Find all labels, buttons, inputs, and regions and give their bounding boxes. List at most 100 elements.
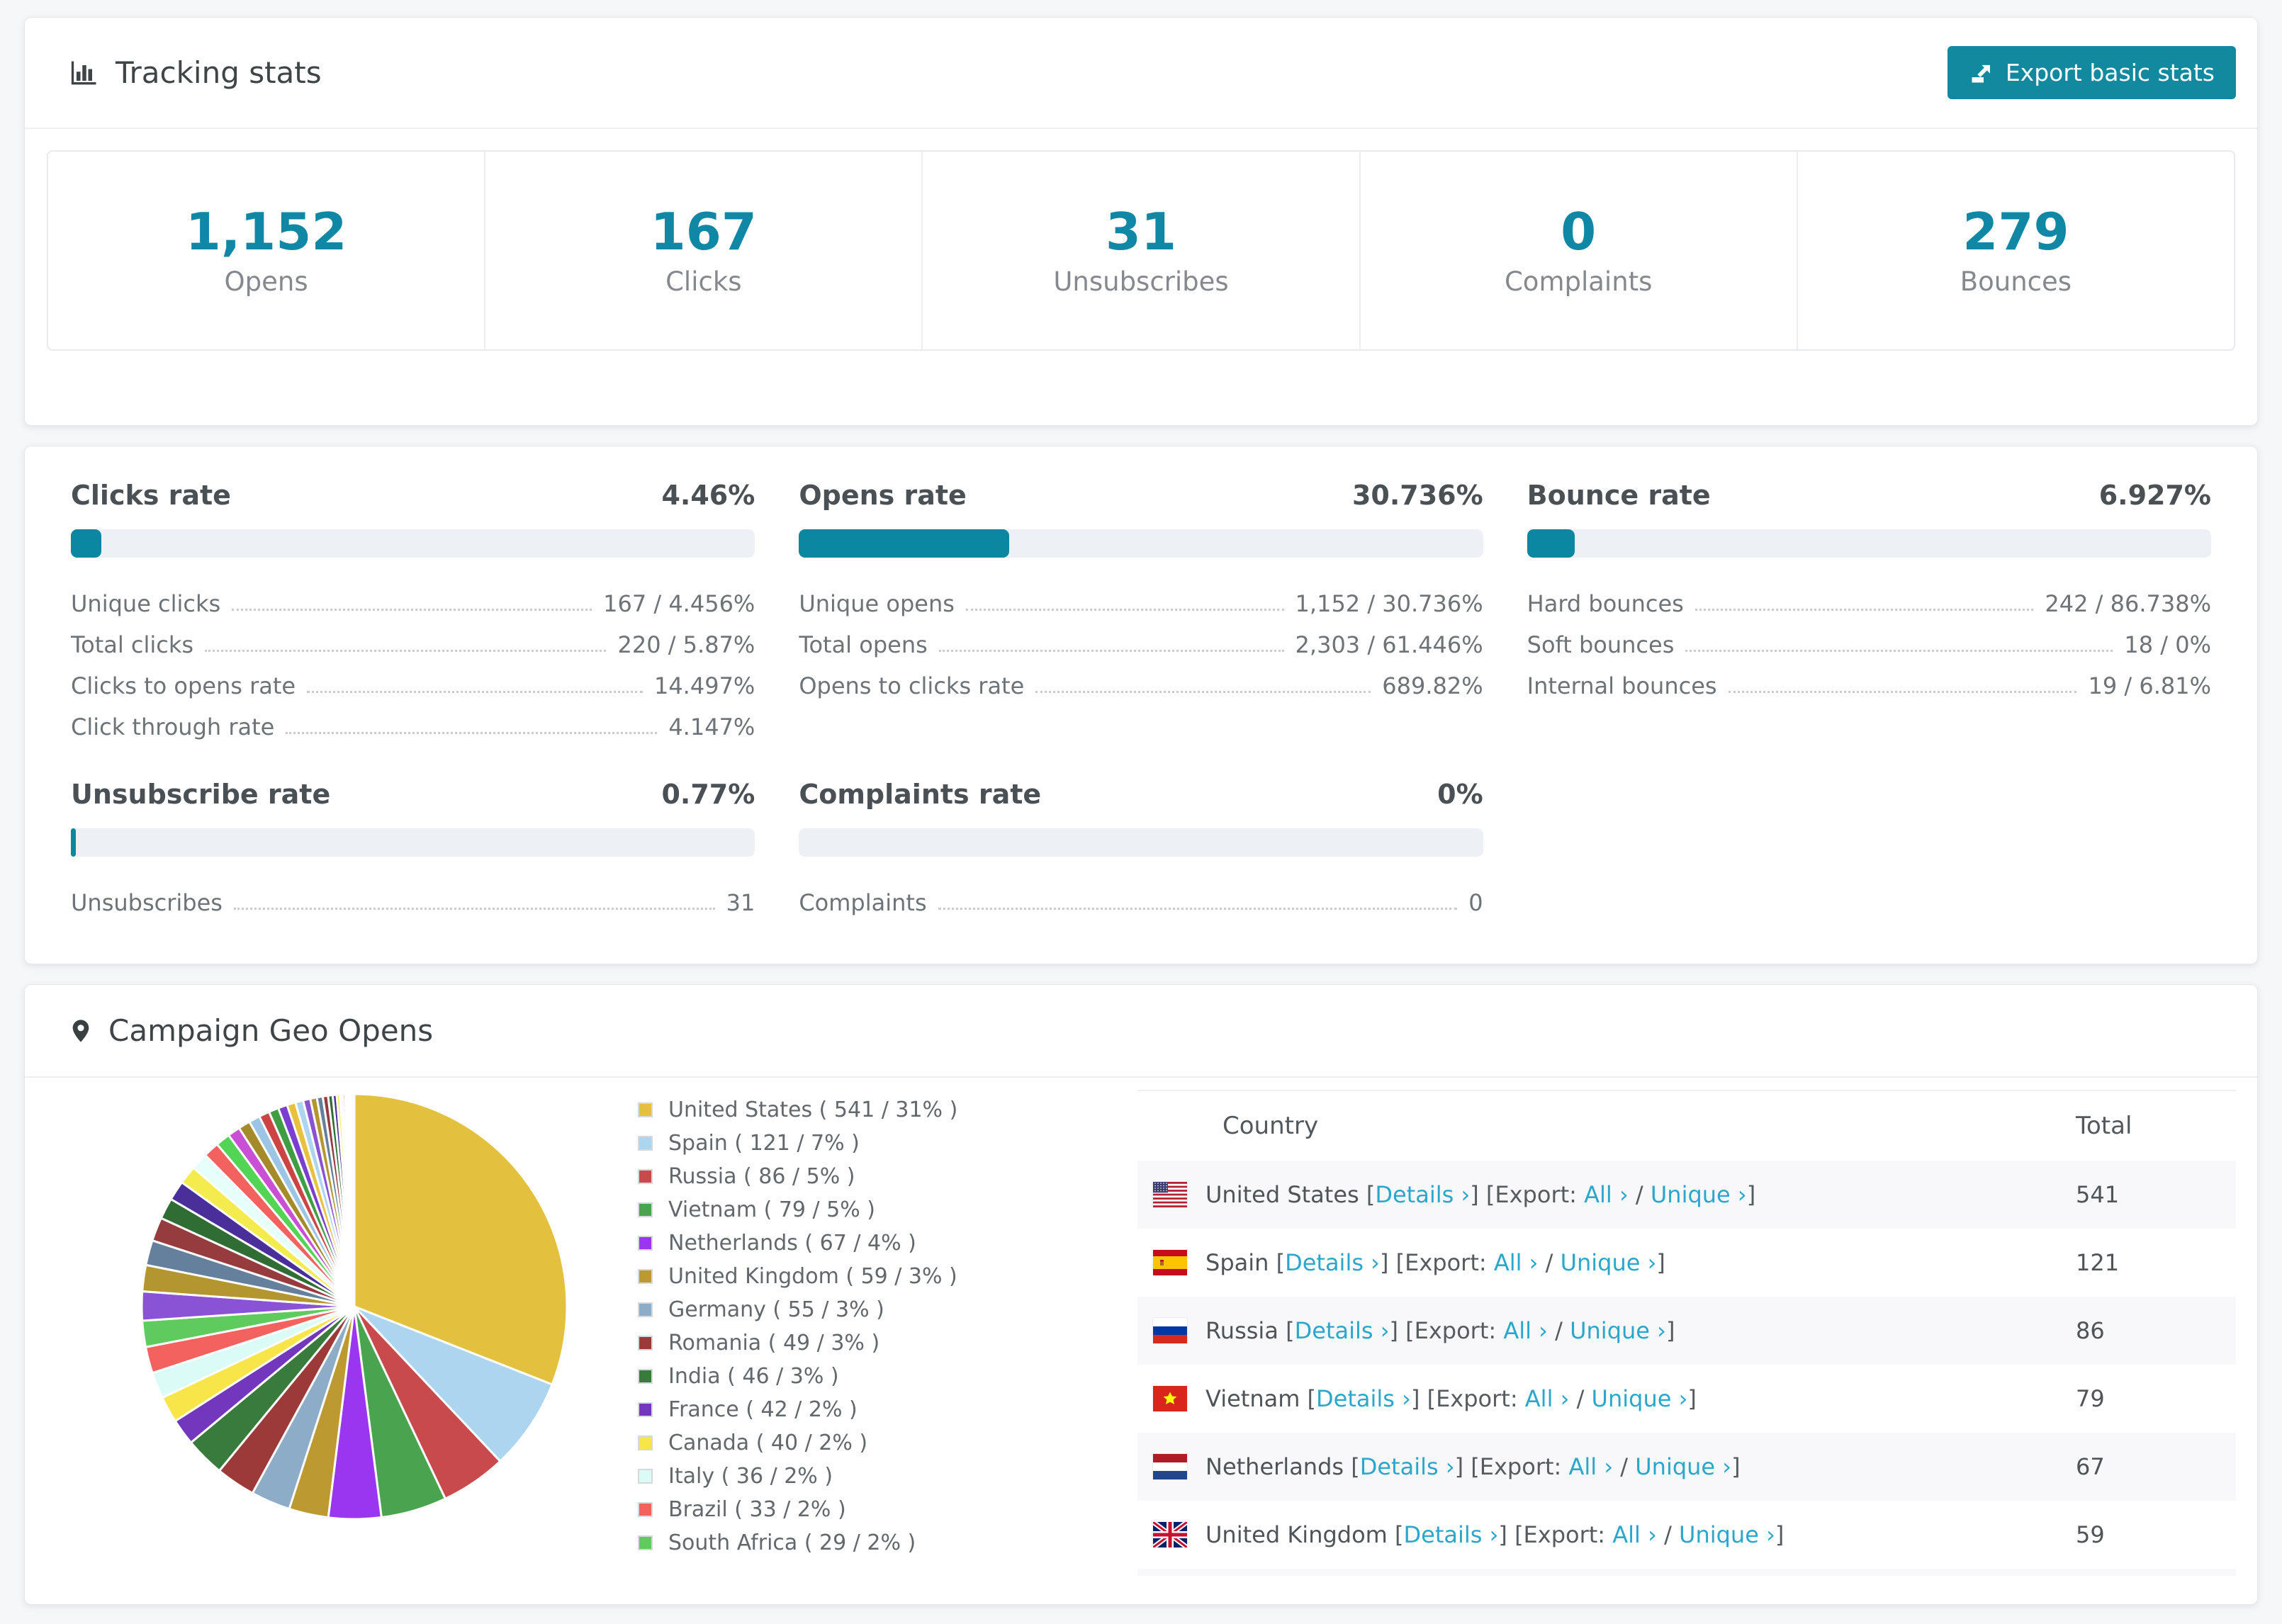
export-unique-link[interactable]: Unique ›	[1561, 1249, 1657, 1276]
flag-ru-icon	[1153, 1318, 1187, 1343]
geo-table-row-gb: United Kingdom [Details ›] [Export: All …	[1137, 1501, 2236, 1569]
rate-value: 4.46%	[661, 480, 755, 511]
rate-detail-label: Complaints	[799, 889, 927, 916]
export-unique-link[interactable]: Unique ›	[1679, 1521, 1775, 1548]
rate-detail-row: Unsubscribes 31	[71, 889, 755, 916]
tracking-stats-card: Tracking stats Export basic stats 1,152 …	[24, 17, 2258, 426]
rate-detail-label: Total opens	[799, 631, 928, 658]
export-all-link[interactable]: All ›	[1525, 1385, 1570, 1412]
rate-detail-value: 167 / 4.456%	[603, 590, 755, 617]
rate-detail-row: Hard bounces 242 / 86.738%	[1527, 590, 2211, 617]
export-unique-link[interactable]: Unique ›	[1651, 1181, 1747, 1208]
legend-label: France ( 42 / 2% )	[668, 1397, 858, 1422]
legend-item: Canada ( 40 / 2% )	[638, 1431, 1137, 1455]
legend-item: India ( 46 / 3% )	[638, 1364, 1137, 1389]
rate-detail-label: Clicks to opens rate	[71, 672, 296, 699]
legend-label: Canada ( 40 / 2% )	[668, 1431, 868, 1455]
legend-swatch	[638, 1336, 653, 1350]
rate-value: 6.927%	[2098, 480, 2211, 511]
dotted-leader	[965, 609, 1284, 611]
rate-detail-row: Click through rate 4.147%	[71, 714, 755, 740]
tracking-stats-header: Tracking stats Export basic stats	[25, 18, 2257, 129]
rate-detail-label: Click through rate	[71, 714, 275, 740]
legend-item: United States ( 541 / 31% )	[638, 1098, 1137, 1122]
export-unique-link[interactable]: Unique ›	[1635, 1453, 1731, 1480]
flag-es-icon	[1153, 1250, 1187, 1275]
details-link[interactable]: Details ›	[1285, 1249, 1380, 1276]
export-unique-link[interactable]: Unique ›	[1592, 1385, 1688, 1412]
legend-swatch	[638, 1502, 653, 1517]
rate-progress-track	[1527, 529, 2211, 558]
rate-progress-fill	[799, 529, 1010, 558]
legend-label: South Africa ( 29 / 2% )	[668, 1530, 916, 1555]
geo-opens-title: Campaign Geo Opens	[69, 1013, 433, 1048]
stat-value: 167	[650, 202, 757, 261]
legend-label: Russia ( 86 / 5% )	[668, 1164, 855, 1189]
tracking-stats-title-text: Tracking stats	[116, 55, 322, 90]
stats-summary-row: 1,152 Opens 167 Clicks 31 Unsubscribes 0…	[47, 150, 2235, 351]
rate-detail-row: Internal bounces 19 / 6.81%	[1527, 672, 2211, 699]
rate-progress-fill	[71, 828, 77, 857]
legend-item: Spain ( 121 / 7% )	[638, 1131, 1137, 1156]
flag-us-icon	[1153, 1182, 1187, 1207]
rate-detail-value: 1,152 / 30.736%	[1295, 590, 1483, 617]
country-name: Netherlands	[1205, 1453, 1344, 1480]
rate-title: Complaints rate	[799, 779, 1042, 810]
stat-box-complaints: 0 Complaints	[1359, 152, 1797, 349]
details-link[interactable]: Details ›	[1316, 1385, 1411, 1412]
export-basic-stats-button[interactable]: Export basic stats	[1947, 46, 2236, 99]
legend-item: United Kingdom ( 59 / 3% )	[638, 1264, 1137, 1289]
rate-section-clicks-rate: Clicks rate 4.46% Unique clicks 167 / 4.…	[71, 480, 755, 755]
dotted-leader	[938, 650, 1284, 652]
details-link[interactable]: Details ›	[1404, 1521, 1499, 1548]
legend-swatch	[638, 1269, 653, 1284]
export-unique-link[interactable]: Unique ›	[1570, 1317, 1666, 1344]
legend-item: Russia ( 86 / 5% )	[638, 1164, 1137, 1189]
geo-opens-card: Campaign Geo Opens United States ( 541 /…	[24, 984, 2258, 1605]
rate-title: Bounce rate	[1527, 480, 1711, 511]
rate-detail-value: 4.147%	[668, 714, 755, 740]
legend-item: Netherlands ( 67 / 4% )	[638, 1231, 1137, 1256]
legend-label: Italy ( 36 / 2% )	[668, 1464, 833, 1489]
stat-value: 31	[1105, 202, 1177, 261]
legend-item: South Africa ( 29 / 2% )	[638, 1530, 1137, 1555]
legend-item: Brazil ( 33 / 2% )	[638, 1497, 1137, 1522]
stat-value: 1,152	[185, 202, 347, 261]
flag-gb-icon	[1153, 1522, 1187, 1547]
export-all-link[interactable]: All ›	[1584, 1181, 1629, 1208]
legend-label: United States ( 541 / 31% )	[668, 1098, 958, 1122]
rate-progress-track	[71, 529, 755, 558]
geo-table-clip: Country Total United States [Details ›] …	[1137, 1090, 2236, 1576]
export-all-link[interactable]: All ›	[1503, 1317, 1548, 1344]
legend-label: Brazil ( 33 / 2% )	[668, 1497, 846, 1522]
map-pin-icon	[72, 1019, 89, 1042]
stat-box-unsubscribes: 31 Unsubscribes	[921, 152, 1359, 349]
legend-swatch	[638, 1369, 653, 1384]
legend-label: United Kingdom ( 59 / 3% )	[668, 1264, 957, 1289]
rate-detail-label: Unsubscribes	[71, 889, 223, 916]
rate-progress-fill	[1527, 529, 1575, 558]
rate-detail-value: 19 / 6.81%	[2088, 672, 2211, 699]
stat-box-bounces: 279 Bounces	[1796, 152, 2234, 349]
dotted-leader	[205, 650, 607, 652]
details-link[interactable]: Details ›	[1375, 1181, 1470, 1208]
details-link[interactable]: Details ›	[1295, 1317, 1390, 1344]
rate-section-opens-rate: Opens rate 30.736% Unique opens 1,152 / …	[799, 480, 1483, 755]
rate-detail-row: Total clicks 220 / 5.87%	[71, 631, 755, 658]
rate-detail-value: 0	[1468, 889, 1483, 916]
rate-detail-row: Complaints 0	[799, 889, 1483, 916]
details-link[interactable]: Details ›	[1360, 1453, 1455, 1480]
geo-opens-pie-chart	[140, 1093, 568, 1521]
bar-chart-icon	[71, 61, 96, 84]
rate-detail-label: Opens to clicks rate	[799, 672, 1025, 699]
export-all-link[interactable]: All ›	[1612, 1521, 1657, 1548]
rate-detail-value: 2,303 / 61.446%	[1295, 631, 1483, 658]
export-all-link[interactable]: All ›	[1568, 1453, 1613, 1480]
rate-detail-label: Soft bounces	[1527, 631, 1675, 658]
stat-label: Opens	[224, 266, 308, 297]
rates-card: Clicks rate 4.46% Unique clicks 167 / 4.…	[24, 446, 2258, 964]
country-name: United States	[1205, 1181, 1359, 1208]
stat-label: Unsubscribes	[1053, 266, 1229, 297]
export-all-link[interactable]: All ›	[1494, 1249, 1539, 1276]
legend-swatch	[638, 1103, 653, 1117]
